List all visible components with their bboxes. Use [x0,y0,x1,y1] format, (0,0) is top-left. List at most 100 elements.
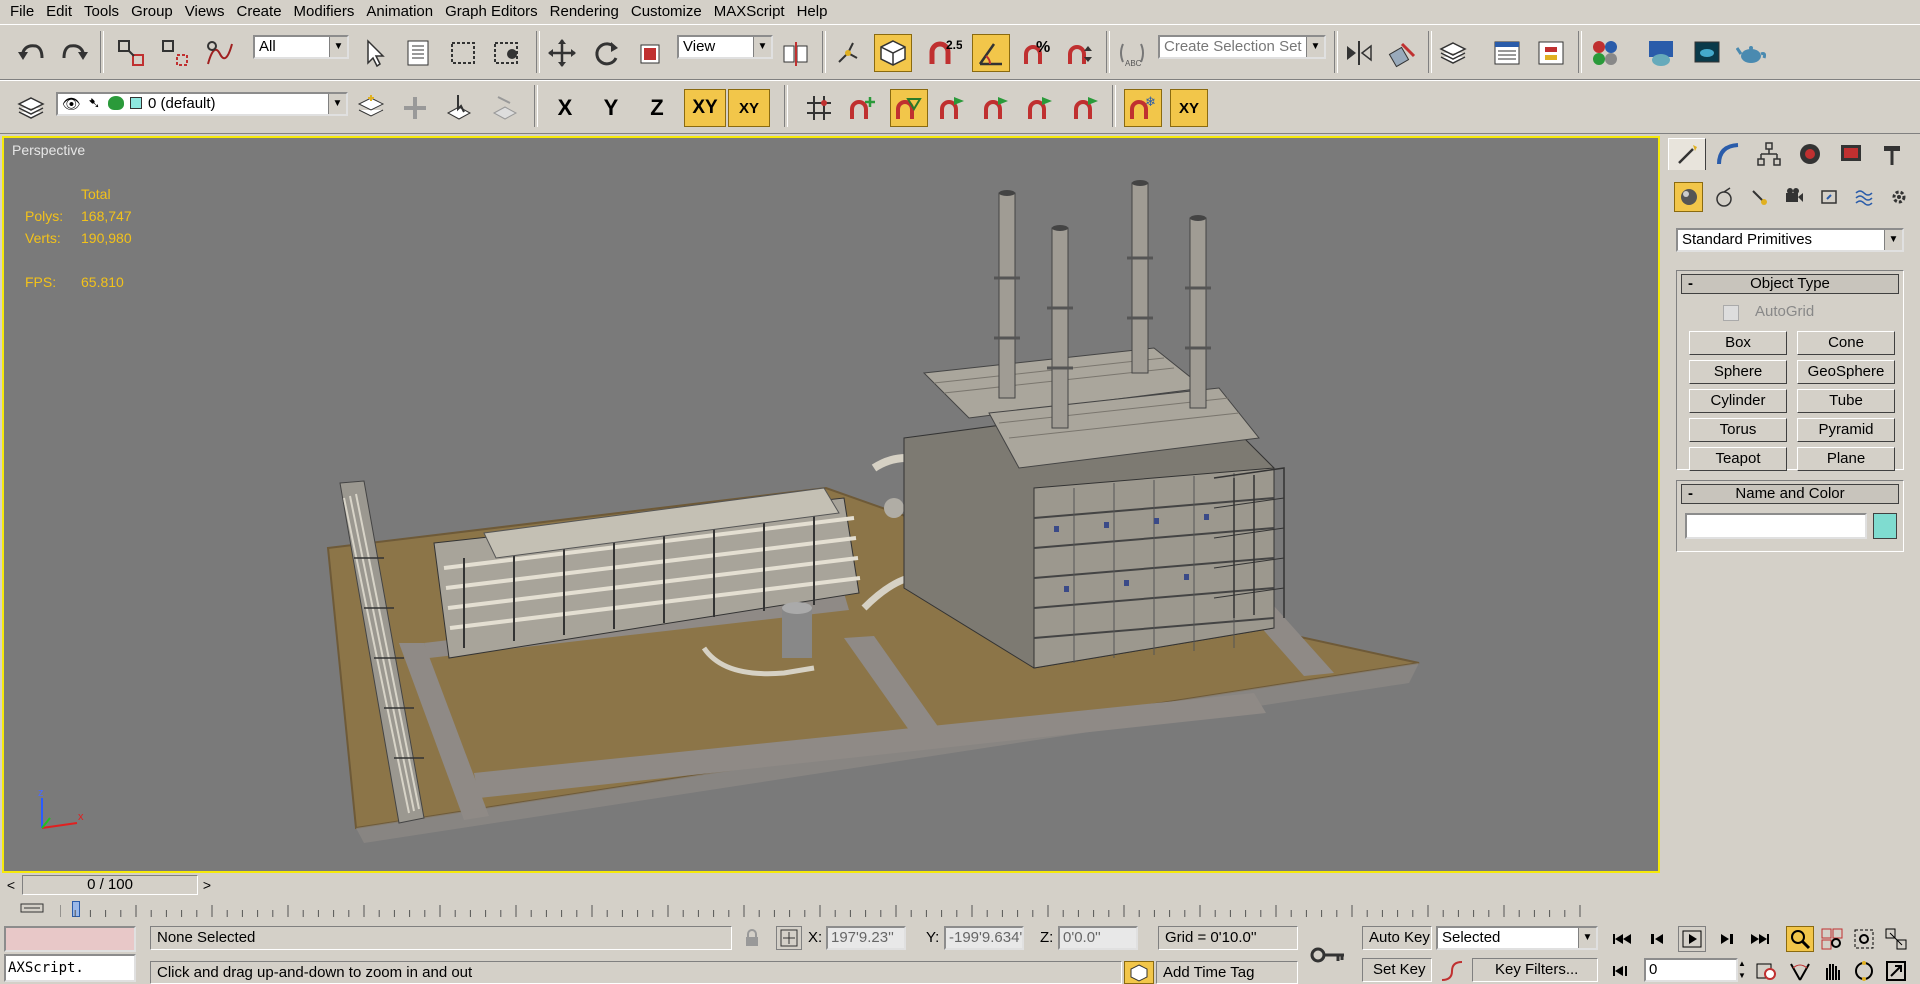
named-selection-set-dropdown[interactable]: Create Selection Set ▼ [1158,35,1326,59]
snap-pivot-button[interactable] [844,89,882,127]
plane-button[interactable]: Plane [1797,447,1895,471]
time-slider-thumb[interactable]: 0 / 100 [22,875,198,895]
absolute-mode-toggle[interactable] [776,926,802,950]
material-editor-button[interactable] [1586,34,1624,72]
key-mode-dropdown[interactable]: Selected ▼ [1436,926,1598,950]
rendered-frame-window-button[interactable] [1688,34,1726,72]
sphere-button[interactable]: Sphere [1689,360,1787,384]
tube-button[interactable]: Tube [1797,389,1895,413]
schematic-view-button[interactable] [1532,34,1570,72]
snap-edge-button[interactable] [1022,89,1060,127]
select-manipulate-button[interactable] [829,34,867,72]
tab-hierarchy[interactable] [1750,138,1788,170]
cone-button[interactable]: Cone [1797,331,1895,355]
layer-color-swatch[interactable] [130,97,142,109]
redo-button[interactable] [56,34,94,72]
time-configuration-button[interactable] [1752,958,1780,984]
zoom-button[interactable] [1786,926,1814,952]
object-type-header[interactable]: - Object Type [1681,274,1899,294]
restrict-y-button[interactable]: Y [592,89,630,127]
object-name-input[interactable] [1685,513,1867,539]
autogrid-checkbox[interactable] [1723,305,1739,321]
menu-graph-editors[interactable]: Graph Editors [439,1,544,23]
tab-utilities[interactable] [1873,138,1911,170]
lock-icon[interactable] [742,928,762,948]
track-bar[interactable] [0,897,1600,925]
snaps-toggle-button[interactable]: 2.5 [926,34,964,72]
field-of-view-button[interactable] [1786,958,1814,984]
window-crossing-button[interactable] [488,34,526,72]
primitive-category-dropdown[interactable]: Standard Primitives ▼ [1676,228,1904,252]
snap-to-frozen-button[interactable]: ❄ [1124,89,1162,127]
snap-endpoint-button[interactable] [934,89,972,127]
undo-button[interactable] [12,34,50,72]
spacewarps-category-button[interactable] [1850,182,1879,212]
mirror-button[interactable] [1340,34,1378,72]
menu-modifiers[interactable]: Modifiers [288,1,361,23]
key-filters-button[interactable]: Key Filters... [1472,958,1598,982]
select-by-name-button[interactable] [400,34,438,72]
lights-category-button[interactable] [1744,182,1773,212]
prev-frame-arrow[interactable]: < [4,875,18,895]
next-frame-arrow[interactable]: > [200,875,214,895]
snap-midpoint-button[interactable] [978,89,1016,127]
maximize-viewport-button[interactable] [1882,958,1910,984]
helpers-category-button[interactable] [1815,182,1844,212]
key-mode-toggle[interactable] [1608,958,1636,984]
current-frame-input[interactable]: 0 [1644,958,1738,982]
move-button[interactable] [543,34,581,72]
reference-coord-dropdown[interactable]: View ▼ [677,35,773,59]
angle-snap-button[interactable] [972,34,1010,72]
cylinder-button[interactable]: Cylinder [1689,389,1787,413]
select-object-button[interactable] [356,34,394,72]
restrict-plane-flyout-button[interactable]: XY [728,89,770,127]
z-coord-input[interactable]: 0'0.0'' [1058,926,1138,950]
frame-spinner[interactable]: ▲ ▼ [1738,958,1750,982]
menu-maxscript[interactable]: MAXScript [708,1,791,23]
object-color-swatch[interactable] [1873,513,1897,539]
orbit-button[interactable] [1850,958,1878,984]
percent-snap-button[interactable]: % [1018,34,1056,72]
curve-editor-button[interactable] [1488,34,1526,72]
menu-group[interactable]: Group [125,1,179,23]
edit-named-selection-button[interactable]: ABC [1113,34,1151,72]
snap-face-button[interactable] [1068,89,1106,127]
set-key-large-button[interactable] [1310,938,1348,972]
spinner-snap-button[interactable] [1062,34,1100,72]
menu-views[interactable]: Views [179,1,231,23]
restrict-xy-button[interactable]: XY [684,89,726,127]
keyboard-shortcut-override-button[interactable] [874,34,912,72]
tab-motion[interactable] [1791,138,1829,170]
tab-create[interactable] [1668,138,1706,170]
rotate-button[interactable] [587,34,625,72]
default-in-out-tangent-button[interactable] [1436,958,1468,984]
trackbar-menu-icon[interactable] [20,901,44,915]
snap-grid-points-button[interactable] [800,89,838,127]
shapes-category-button[interactable] [1709,182,1738,212]
teapot-button[interactable]: Teapot [1689,447,1787,471]
add-time-tag-button[interactable]: Add Time Tag [1156,961,1298,984]
select-link-button[interactable] [112,34,150,72]
box-button[interactable]: Box [1689,331,1787,355]
bind-spacewarp-button[interactable] [200,34,238,72]
prev-frame-button[interactable] [1644,926,1672,952]
scale-button[interactable] [631,34,669,72]
add-to-layer-button[interactable] [396,89,434,127]
menu-edit[interactable]: Edit [40,1,78,23]
zoom-extents-all-button[interactable] [1882,926,1910,952]
eye-icon[interactable]: 👁 [62,95,81,114]
geometry-category-button[interactable] [1674,182,1704,212]
select-in-layer-button[interactable] [440,89,478,127]
quick-render-button[interactable] [1732,34,1770,72]
menu-help[interactable]: Help [791,1,834,23]
pan-view-button[interactable] [1818,958,1846,984]
tab-display[interactable] [1832,138,1870,170]
set-key-button[interactable]: Set Key [1362,958,1432,982]
x-coord-input[interactable]: 197'9.23'' [826,926,906,950]
restrict-x-button[interactable]: X [546,89,584,127]
torus-button[interactable]: Torus [1689,418,1787,442]
freeze-cursor-icon[interactable]: ➷ [88,94,101,114]
render-teapot-icon[interactable] [108,96,124,110]
pyramid-button[interactable]: Pyramid [1797,418,1895,442]
cameras-category-button[interactable] [1779,182,1808,212]
